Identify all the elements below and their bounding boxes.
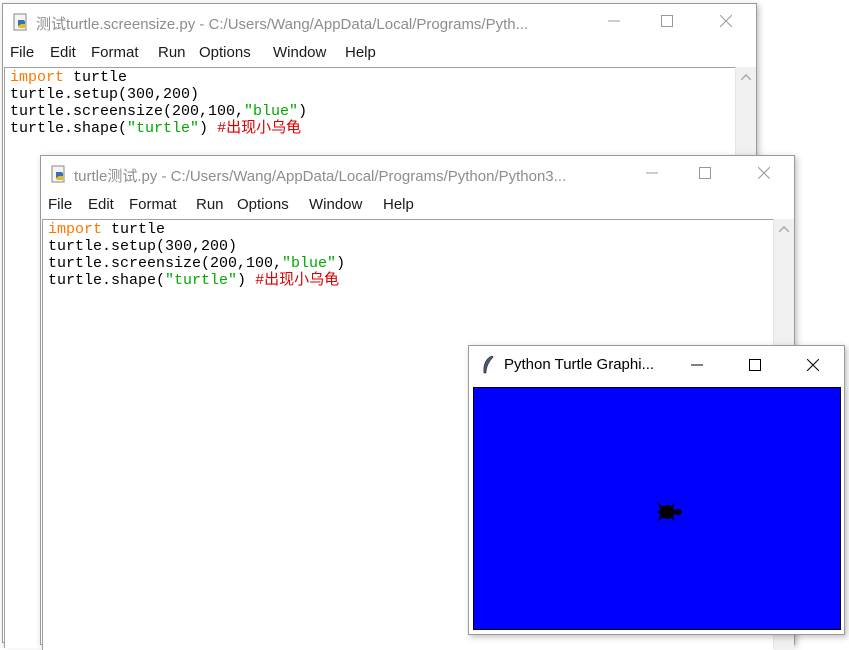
close-icon — [807, 359, 819, 371]
close-button[interactable] — [703, 4, 749, 38]
code-line: turtle.shape("turtle") #出现小乌龟 — [48, 272, 345, 289]
code-token: ) — [336, 255, 346, 272]
code-token: turtle.setup(300,200) — [10, 86, 200, 103]
chevron-up-icon — [779, 226, 789, 232]
code-token: ) — [237, 272, 256, 289]
minimize-icon — [691, 364, 703, 366]
menu-window[interactable]: Window — [309, 196, 362, 213]
chevron-up-icon — [741, 74, 751, 80]
maximize-button[interactable] — [644, 4, 690, 38]
menu-run[interactable]: Run — [158, 44, 186, 61]
python-file-icon — [13, 13, 27, 31]
title-bar[interactable]: turtle测试.py - C:/Users/Wang/AppData/Loca… — [41, 156, 794, 192]
menu-bar: File Edit Format Run Options Window Help — [41, 192, 794, 218]
title-bar[interactable]: Python Turtle Graphi... — [469, 346, 844, 384]
title-bar[interactable]: 测试turtle.screensize.py - C:/Users/Wang/A… — [3, 4, 756, 40]
code-token: ) — [199, 120, 218, 137]
code-line: import turtle — [10, 69, 307, 86]
maximize-button[interactable] — [682, 156, 728, 190]
string-token: "turtle" — [127, 120, 200, 137]
code-token: turtle.screensize(200,100, — [48, 255, 283, 272]
keyword-token: import — [10, 69, 65, 86]
menu-run[interactable]: Run — [196, 196, 224, 213]
code-line: turtle.screensize(200,100,"blue") — [10, 103, 307, 120]
code-token: turtle.screensize(200,100, — [10, 103, 245, 120]
code-token: ) — [298, 103, 308, 120]
close-button[interactable] — [790, 348, 836, 382]
menu-options[interactable]: Options — [237, 196, 289, 213]
tk-feather-icon — [483, 355, 494, 374]
code-line: import turtle — [48, 221, 345, 238]
comment-token: #出现小乌龟 — [217, 120, 302, 137]
minimize-button[interactable] — [591, 4, 637, 38]
menu-edit[interactable]: Edit — [50, 44, 76, 61]
minimize-button[interactable] — [674, 348, 720, 382]
code-line: turtle.screensize(200,100,"blue") — [48, 255, 345, 272]
python-file-icon — [51, 165, 65, 183]
minimize-button[interactable] — [629, 156, 675, 190]
code-token: turtle — [102, 221, 166, 238]
string-token: "blue" — [282, 255, 337, 272]
code-line: turtle.setup(300,200) — [48, 238, 345, 255]
menu-format[interactable]: Format — [91, 44, 139, 61]
minimize-icon — [608, 20, 620, 22]
window-title: Python Turtle Graphi... — [504, 356, 655, 373]
turtle-icon — [655, 502, 682, 522]
menu-edit[interactable]: Edit — [88, 196, 114, 213]
keyword-token: import — [48, 221, 103, 238]
maximize-button[interactable] — [732, 348, 778, 382]
string-token: "blue" — [244, 103, 299, 120]
scroll-up-button[interactable] — [736, 69, 756, 85]
turtle-graphics-window: Python Turtle Graphi... — [468, 345, 845, 635]
turtle-canvas[interactable] — [473, 387, 841, 630]
window-title: turtle测试.py - C:/Users/Wang/AppData/Loca… — [74, 168, 567, 185]
code-line: turtle.shape("turtle") #出现小乌龟 — [10, 120, 307, 137]
menu-help[interactable]: Help — [383, 196, 414, 213]
comment-token: #出现小乌龟 — [255, 272, 340, 289]
maximize-icon — [749, 359, 761, 371]
menu-format[interactable]: Format — [129, 196, 177, 213]
minimize-icon — [646, 172, 658, 174]
menu-file[interactable]: File — [48, 196, 72, 213]
menu-options[interactable]: Options — [199, 44, 251, 61]
code-token: turtle.setup(300,200) — [48, 238, 238, 255]
scroll-up-button[interactable] — [774, 221, 794, 237]
code-token: turtle.shape( — [48, 272, 166, 289]
maximize-icon — [661, 15, 673, 27]
code-line: turtle.setup(300,200) — [10, 86, 307, 103]
close-button[interactable] — [741, 156, 787, 190]
code-text: import turtle turtle.setup(300,200) turtle… — [48, 221, 345, 289]
maximize-icon — [699, 167, 711, 179]
menu-file[interactable]: File — [10, 44, 34, 61]
string-token: "turtle" — [165, 272, 238, 289]
close-icon — [720, 15, 732, 27]
code-text: import turtle turtle.setup(300,200) turtle… — [10, 69, 307, 137]
menu-window[interactable]: Window — [273, 44, 326, 61]
code-token: turtle — [64, 69, 128, 86]
code-token: turtle.shape( — [10, 120, 128, 137]
close-icon — [758, 167, 770, 179]
menu-help[interactable]: Help — [345, 44, 376, 61]
menu-bar: File Edit Format Run Options Window Help — [3, 40, 756, 66]
window-title: 测试turtle.screensize.py - C:/Users/Wang/A… — [36, 16, 529, 33]
